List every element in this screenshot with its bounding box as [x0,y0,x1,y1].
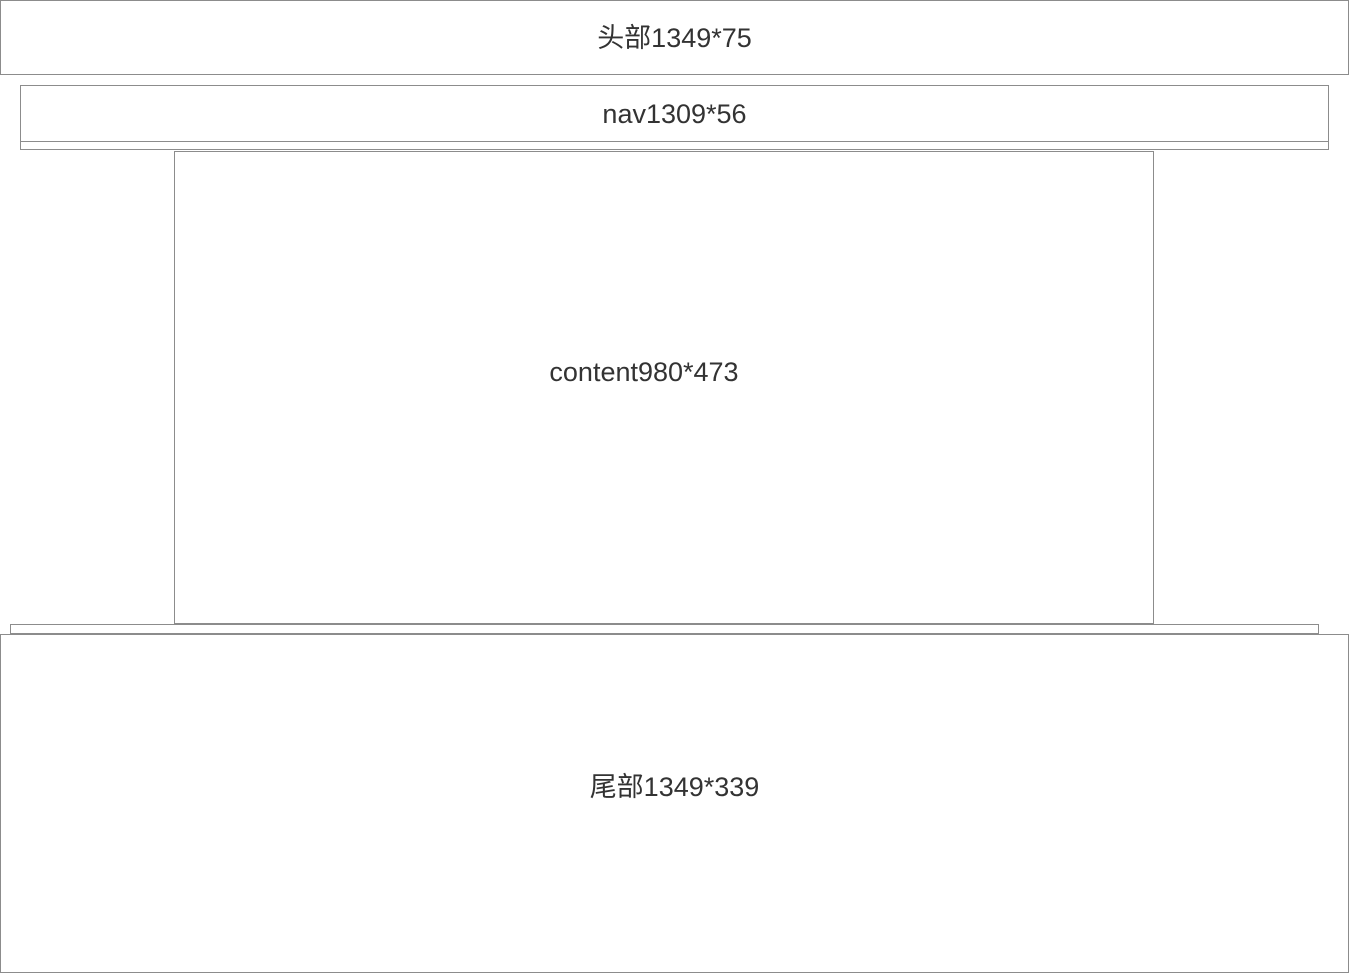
nav-underline-strip [20,141,1329,150]
header-label: 头部1349*75 [597,23,752,53]
header-block: 头部1349*75 [0,0,1349,75]
nav-label: nav1309*56 [602,99,747,129]
content-bottom-strip [10,624,1319,634]
content-block: content980*473 [174,151,1154,624]
footer-block: 尾部1349*339 [0,634,1349,973]
footer-label: 尾部1349*339 [589,772,760,802]
nav-block: nav1309*56 [20,85,1329,142]
content-label: content980*473 [549,357,739,387]
